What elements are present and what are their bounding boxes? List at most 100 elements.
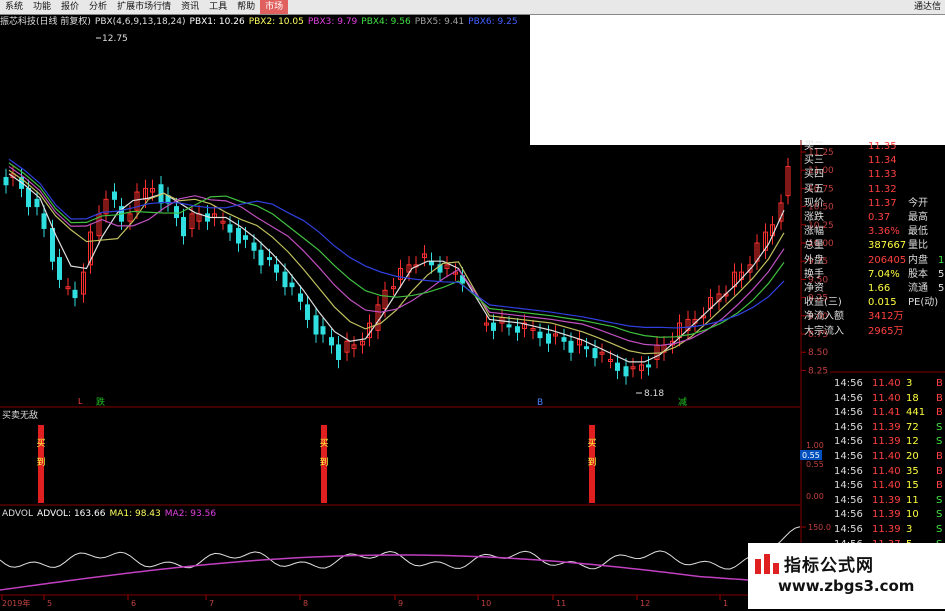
indicator2-axis-label: 0.55 (806, 460, 824, 469)
x-axis-label: 8 (303, 599, 308, 608)
candle-body (243, 235, 248, 240)
tick-volume: 3 (906, 378, 913, 389)
tick-flag: B (936, 378, 943, 389)
tick-time: 14:56 (834, 407, 863, 419)
candle-body (320, 326, 326, 335)
signal-bar-char: 到 (587, 456, 596, 468)
tick-flag: B (936, 480, 943, 492)
candle-body (623, 366, 629, 377)
candle-body (313, 315, 319, 335)
candle-body (227, 224, 233, 233)
candle-body (251, 242, 257, 251)
signal-bar-char: 到 (319, 456, 328, 468)
quote-extra-label: 今开 (908, 197, 928, 209)
quote-right-edge: 5 (802, 282, 945, 296)
candle-body (546, 333, 551, 344)
quote-row: 现价 11.37 今开 (802, 197, 945, 211)
candle-body (181, 217, 186, 237)
quote-label: 现价 (804, 197, 824, 209)
tick-row: 14:56 11.39 72 S (832, 421, 945, 436)
signal-bar-char: 买 (319, 438, 328, 449)
tick-flag: S (936, 494, 943, 506)
quote-value: 11.37 (868, 197, 897, 209)
low-price-label: 8.18 (644, 389, 664, 399)
candle-body (50, 227, 55, 262)
candle-body (26, 187, 31, 208)
advol-value: ADVOL: 163.66 (37, 509, 106, 519)
quote-label: 大宗流入 (804, 325, 844, 337)
quote-value: 0.37 (868, 212, 891, 223)
x-axis-label: 11 (556, 599, 566, 608)
volume-label: ADVOL ADVOL: 163.66 MA1: 98.43 MA2: 93.5… (2, 509, 216, 520)
tick-row: 14:56 11.39 3 S (832, 523, 945, 538)
quote-right-edge-value: 18 (938, 254, 945, 266)
tick-volume: 35 (906, 465, 919, 477)
ma1-value: MA1: 98.43 (109, 509, 161, 519)
tick-flag: S (936, 524, 943, 535)
tick-volume: 441 (906, 407, 926, 419)
candle-body (615, 362, 620, 371)
candle-body (506, 324, 512, 328)
quote-row: 涨幅 3.36% 最低 (802, 225, 945, 239)
signal-marker: 减 (678, 396, 687, 408)
tick-time: 14:56 (834, 436, 863, 448)
tick-volume: 11 (906, 494, 919, 506)
quote-row: 买五 11.32 (802, 183, 945, 197)
volume-axis-label: 150.0 (808, 523, 831, 532)
indicator2-axis-label: 0.00 (806, 492, 824, 501)
signal-bar-char: 到 (36, 456, 45, 468)
tick-price: 11.40 (872, 465, 901, 477)
tick-time: 14:56 (834, 524, 863, 535)
candle-body (282, 271, 288, 288)
x-axis-label: 6 (131, 599, 136, 608)
quote-extra-label: 最高 (908, 212, 928, 223)
quote-value: 2965万 (868, 325, 904, 337)
moving-average-line (8, 169, 785, 355)
tick-volume: 20 (906, 451, 919, 462)
quote-value: 0.015 (868, 297, 897, 309)
candle-body (305, 304, 310, 320)
candle-body (491, 322, 496, 331)
ma2-line (0, 554, 801, 591)
tick-price: 11.40 (872, 392, 901, 404)
quote-label: 买三 (804, 155, 824, 167)
tick-flag: S (936, 436, 943, 448)
tick-row: 14:56 11.40 20 B (832, 450, 945, 465)
advol-name: ADVOL (2, 509, 34, 519)
quote-extra-label: PE(动) (908, 297, 939, 309)
watermark: 指标公式网 www.zbgs3.com (748, 543, 945, 609)
price-axis-label: 8.50 (808, 348, 828, 358)
x-axis-label: 5 (47, 599, 52, 608)
quote-row: 买二 11.35 (802, 140, 945, 154)
signal-bar-char: 买 (36, 438, 45, 449)
tick-price: 11.41 (872, 407, 901, 419)
tick-time: 14:56 (834, 480, 863, 492)
indicator2-current-value: 0.55 (802, 451, 820, 460)
tick-volume: 72 (906, 421, 919, 433)
quote-row: 买三 11.34 (802, 154, 945, 168)
candle-body (174, 206, 179, 219)
candle-body (57, 257, 62, 280)
tick-flag: B (936, 451, 943, 462)
candle-body (236, 227, 241, 244)
tick-time: 14:56 (834, 465, 863, 477)
quote-value: 3.36% (868, 226, 900, 238)
moving-average-line (8, 162, 785, 338)
quote-right-edge-value: 5 (938, 283, 945, 294)
quote-label: 买五 (804, 183, 824, 195)
x-axis-label: 12 (640, 599, 650, 608)
tick-row: 14:56 11.39 12 S (832, 435, 945, 450)
indicator2-axis-label: 1.00 (806, 441, 824, 450)
tick-flag: S (936, 509, 943, 521)
candle-body (515, 326, 520, 333)
candle-body (267, 257, 272, 261)
bottom-marker-l: L (78, 397, 83, 406)
moving-average-line (8, 173, 785, 363)
quote-value: 387667 (868, 240, 907, 252)
watermark-url: www.zbgs3.com (778, 577, 915, 595)
tick-row: 14:56 11.40 3 B (832, 377, 945, 392)
quote-value: 11.34 (868, 155, 897, 167)
tick-time: 14:56 (834, 494, 863, 506)
high-price-label: 12.75 (102, 34, 128, 44)
candle-body (584, 346, 589, 350)
